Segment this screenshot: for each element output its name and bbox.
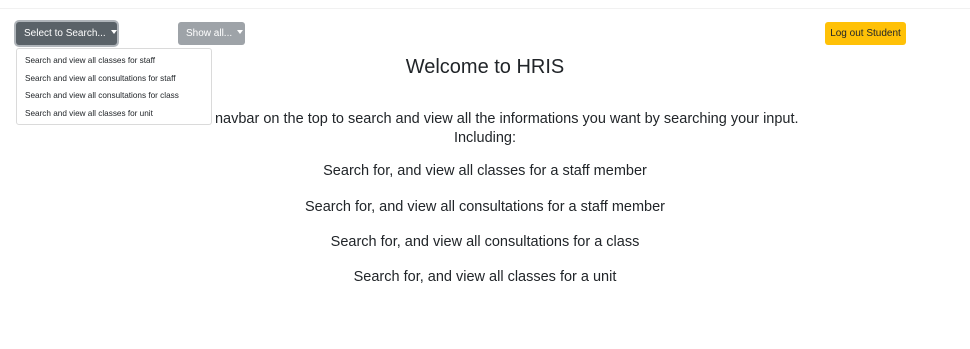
caret-down-icon [110,30,117,35]
page: Select to Search... Show all... Log out … [0,0,970,349]
search-dropdown-menu: Search and view all classes for staff Se… [16,48,212,125]
top-divider [0,8,970,9]
dropdown-item-consultations-for-staff[interactable]: Search and view all consultations for st… [17,70,211,88]
feature-consultations-for-staff: Search for, and view all consultations f… [305,199,665,215]
feature-classes-for-staff: Search for, and view all classes for a s… [323,163,647,179]
show-all-label: Show all... [186,28,233,39]
dropdown-item-classes-for-unit[interactable]: Search and view all classes for unit [17,105,211,123]
dropdown-item-classes-for-staff[interactable]: Search and view all classes for staff [17,52,211,70]
dropdown-item-consultations-for-class[interactable]: Search and view all consultations for cl… [17,87,211,105]
logout-button[interactable]: Log out Student [825,22,906,45]
select-to-search-button[interactable]: Select to Search... [16,22,117,45]
caret-down-icon [237,30,244,35]
intro-including: Including: [453,130,517,146]
feature-consultations-for-class: Search for, and view all consultations f… [330,234,640,250]
show-all-button[interactable]: Show all... [178,22,245,45]
logout-label: Log out Student [830,28,901,39]
select-to-search-label: Select to Search... [24,28,106,39]
feature-classes-for-unit: Search for, and view all classes for a u… [353,269,617,285]
